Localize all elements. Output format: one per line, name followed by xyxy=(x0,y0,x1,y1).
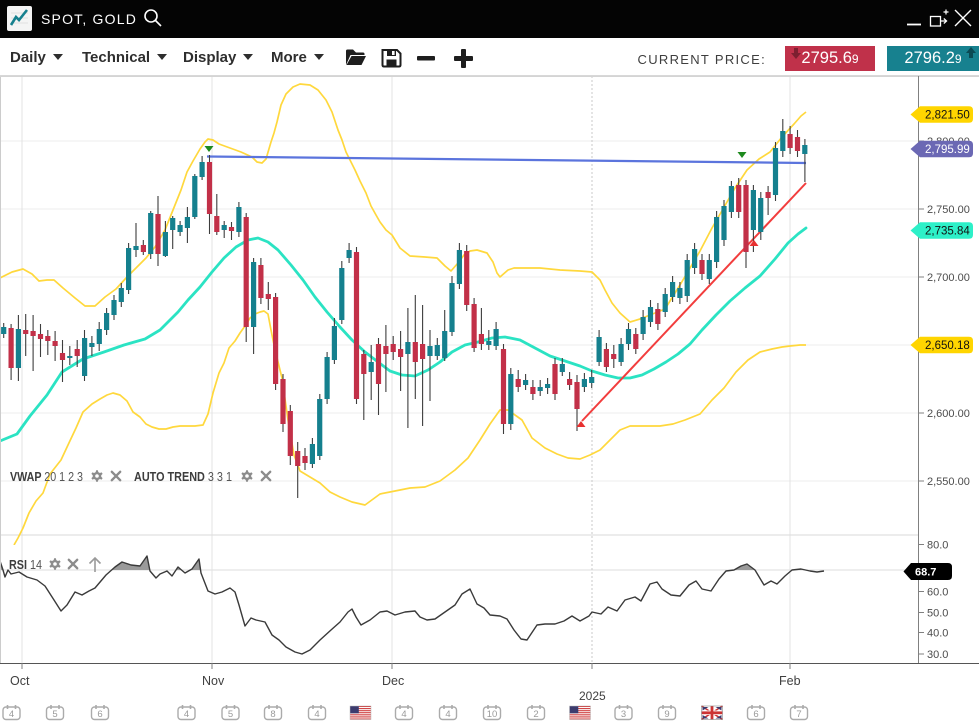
svg-text:68.7: 68.7 xyxy=(915,567,936,579)
svg-text:2,650.18: 2,650.18 xyxy=(925,340,970,352)
svg-text:Oct: Oct xyxy=(10,674,30,688)
svg-text:60.0: 60.0 xyxy=(927,587,948,599)
svg-text:2: 2 xyxy=(533,709,538,720)
svg-text:2,700.00: 2,700.00 xyxy=(927,272,970,284)
svg-text:3: 3 xyxy=(621,709,626,720)
svg-text:VWAP 20 1 2 3: VWAP 20 1 2 3 xyxy=(10,470,83,484)
svg-text:Nov: Nov xyxy=(202,674,225,688)
svg-text:40.0: 40.0 xyxy=(927,628,948,640)
svg-text:2,750.00: 2,750.00 xyxy=(927,204,970,216)
svg-text:2,735.84: 2,735.84 xyxy=(925,226,970,238)
svg-text:4: 4 xyxy=(401,709,406,720)
svg-text:4: 4 xyxy=(9,709,14,720)
svg-text:4: 4 xyxy=(445,709,450,720)
svg-text:7: 7 xyxy=(796,709,801,720)
svg-text:4: 4 xyxy=(314,709,319,720)
svg-text:5: 5 xyxy=(228,709,233,720)
svg-text:2,821.50: 2,821.50 xyxy=(925,110,970,122)
svg-text:6: 6 xyxy=(753,709,758,720)
svg-text:30.0: 30.0 xyxy=(927,649,948,661)
svg-text:Dec: Dec xyxy=(382,674,404,688)
svg-text:8: 8 xyxy=(270,709,275,720)
svg-text:9: 9 xyxy=(664,709,669,720)
svg-text:2,550.00: 2,550.00 xyxy=(927,476,970,488)
svg-text:50.0: 50.0 xyxy=(927,608,948,620)
svg-text:2,795.99: 2,795.99 xyxy=(925,144,970,156)
svg-text:6: 6 xyxy=(97,709,102,720)
svg-text:2,600.00: 2,600.00 xyxy=(927,408,970,420)
svg-text:Feb: Feb xyxy=(779,674,801,688)
svg-text:AUTO TREND 3 3 1: AUTO TREND 3 3 1 xyxy=(134,470,232,484)
svg-text:5: 5 xyxy=(52,709,57,720)
svg-text:RSI 14: RSI 14 xyxy=(9,558,42,572)
svg-text:4: 4 xyxy=(184,709,189,720)
svg-text:10: 10 xyxy=(487,709,498,720)
svg-text:80.0: 80.0 xyxy=(927,540,948,552)
svg-text:2025: 2025 xyxy=(579,689,606,703)
